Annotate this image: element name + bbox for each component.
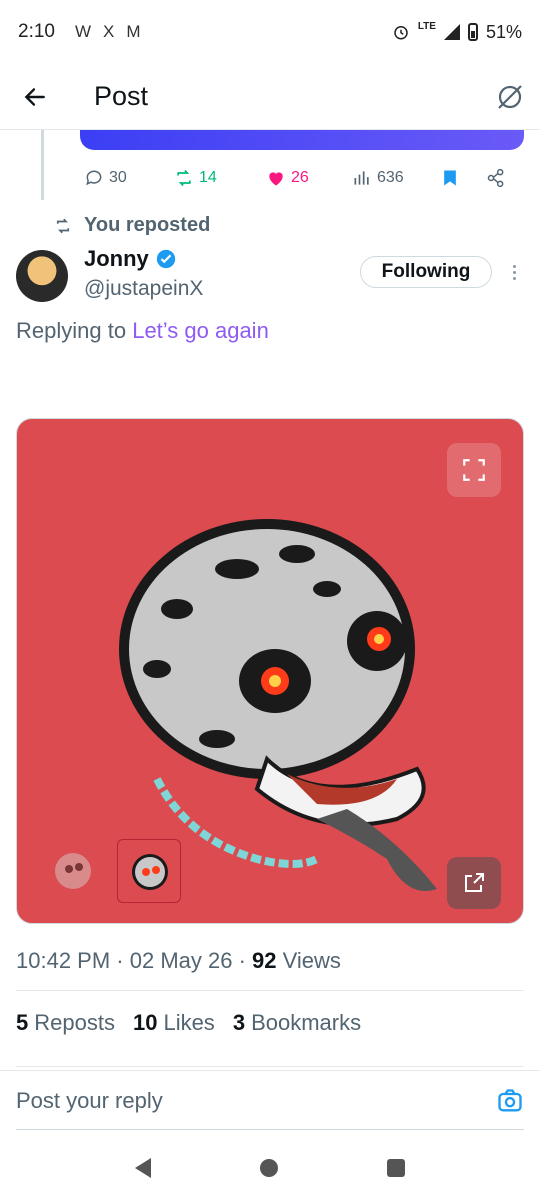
- signal-icon: [443, 24, 460, 40]
- views-button[interactable]: 636: [352, 168, 440, 188]
- author-name: Jonny: [84, 246, 149, 271]
- reply-input[interactable]: [16, 1083, 466, 1119]
- more-options-button[interactable]: [504, 258, 524, 286]
- repost-count: 14: [199, 169, 217, 186]
- divider: [16, 990, 524, 991]
- battery-icon: [467, 23, 478, 41]
- reply-button[interactable]: 30: [84, 168, 174, 188]
- status-bar: 2:10 W X M LTE 51%: [0, 0, 540, 64]
- previous-post-media[interactable]: [80, 130, 524, 150]
- thread-line: [41, 130, 44, 200]
- likes-label: Likes: [163, 1010, 215, 1035]
- post-meta: 10:42 PM · 02 May 26 · 92 Views: [16, 948, 341, 973]
- views-icon: [354, 171, 369, 185]
- camera-icon[interactable]: [496, 1087, 524, 1115]
- reply-composer: [0, 1070, 540, 1130]
- repost-icon: [177, 169, 191, 187]
- alarm-icon: [394, 26, 408, 40]
- nav-back-icon[interactable]: [134, 1158, 151, 1178]
- likes-stat[interactable]: 10 Likes: [133, 1010, 215, 1036]
- status-right: LTE 51%: [392, 20, 522, 43]
- notification-gmail-icon: M: [126, 22, 141, 41]
- author-name-row[interactable]: Jonny: [84, 246, 177, 272]
- repost-button[interactable]: 14: [174, 168, 266, 188]
- bookmark-icon: [444, 170, 456, 186]
- post-date: 02 May 26: [129, 948, 233, 973]
- more-dot-icon: [512, 276, 516, 280]
- open-external-button[interactable]: [447, 857, 501, 909]
- post-time: 10:42 PM: [16, 948, 111, 973]
- replying-to: Replying to Let’s go again: [16, 318, 269, 344]
- bookmarks-stat[interactable]: 3 Bookmarks: [233, 1010, 361, 1036]
- post-media[interactable]: [16, 418, 524, 924]
- grok-button[interactable]: [480, 64, 540, 130]
- notification-w-icon: W: [74, 22, 92, 41]
- heart-icon: [269, 172, 283, 186]
- expand-button[interactable]: [447, 443, 501, 497]
- battery-percent: 51%: [485, 21, 522, 42]
- reply-icon: [86, 170, 102, 186]
- nav-home-icon[interactable]: [259, 1159, 278, 1177]
- bookmarks-label: Bookmarks: [251, 1010, 362, 1035]
- repost-small-icon: [56, 218, 70, 233]
- replying-prefix: Replying to: [16, 318, 127, 343]
- post-stats: 5 Reposts 10 Likes 3 Bookmarks: [16, 1010, 361, 1036]
- replying-to-link[interactable]: Let’s go again: [132, 318, 269, 343]
- network-type: LTE: [417, 20, 436, 32]
- previous-post-actions: 30 14 26 636: [84, 164, 524, 192]
- repost-label: You reposted: [84, 214, 211, 236]
- bookmarks-count: 3: [232, 1010, 246, 1035]
- thumbnail-image: [132, 854, 168, 890]
- post-views-count: 92: [252, 948, 277, 973]
- header: Post: [0, 64, 540, 130]
- views-count: 636: [377, 169, 404, 186]
- following-button[interactable]: Following: [360, 256, 492, 288]
- share-button[interactable]: [486, 168, 506, 188]
- avatar[interactable]: [16, 250, 68, 302]
- reply-count: 30: [109, 169, 127, 186]
- verified-badge-icon: [156, 249, 175, 269]
- like-count: 26: [291, 169, 309, 186]
- more-dot-icon: [512, 270, 516, 274]
- page-title: Post: [94, 81, 149, 111]
- notification-icons: W X M: [75, 22, 141, 42]
- system-nav-bar: [0, 1136, 540, 1200]
- more-dot-icon: [512, 264, 516, 268]
- back-arrow-icon: [24, 87, 45, 106]
- likes-count: 10: [132, 1010, 158, 1035]
- reposts-stat[interactable]: 5 Reposts: [16, 1010, 115, 1036]
- bookmark-button[interactable]: [440, 168, 486, 188]
- reposts-label: Reposts: [34, 1010, 115, 1035]
- divider: [16, 1066, 524, 1067]
- nav-recents-icon[interactable]: [387, 1159, 406, 1177]
- media-thumbnail[interactable]: [117, 839, 181, 903]
- reply-underline: [16, 1129, 524, 1130]
- author-handle[interactable]: @justapeinX: [84, 277, 203, 301]
- external-link-icon: [465, 873, 484, 892]
- media-thumbnail[interactable]: [41, 839, 105, 903]
- status-time: 2:10: [18, 21, 55, 42]
- like-button[interactable]: 26: [266, 168, 352, 188]
- thumbnail-image: [55, 853, 91, 889]
- grok-icon: [498, 84, 522, 109]
- reposts-count: 5: [16, 1010, 29, 1035]
- expand-icon: [463, 459, 485, 481]
- post-views-label: Views: [282, 948, 341, 973]
- repost-indicator: You reposted: [54, 214, 210, 237]
- notification-x-icon: X: [103, 22, 115, 41]
- back-button[interactable]: [0, 64, 70, 130]
- share-icon: [487, 168, 504, 188]
